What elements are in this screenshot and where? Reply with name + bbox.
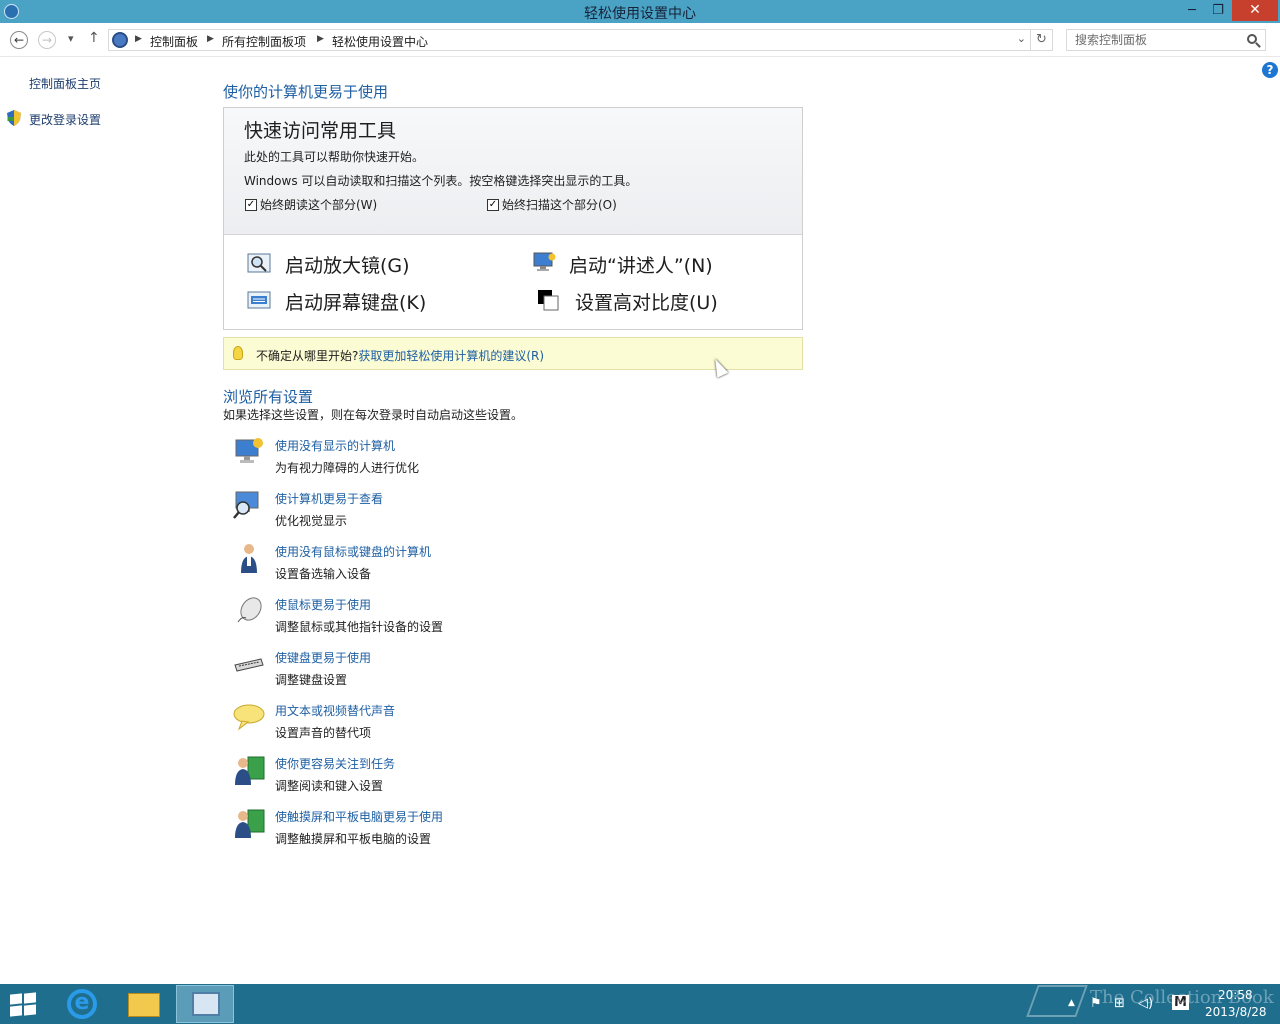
magnifier-icon[interactable] xyxy=(247,253,271,275)
breadcrumb-all-items[interactable]: 所有控制面板项 xyxy=(222,33,306,50)
sidebar-link-home[interactable]: 控制面板主页 xyxy=(29,75,101,92)
monitor-magnifier-icon xyxy=(233,491,259,519)
breadcrumb-control-panel[interactable]: 控制面板 xyxy=(150,33,198,50)
user-focus-icon xyxy=(235,756,265,785)
setting-desc-sound-alternatives: 设置声音的替代项 xyxy=(275,726,372,740)
set-high-contrast-link[interactable]: 设置高对比度(U) xyxy=(575,288,718,315)
address-bar[interactable]: ▶ 控制面板 ▶ 所有控制面板项 ▶ 轻松使用设置中心 ⌄ ↻ xyxy=(108,29,1053,51)
setting-desc-no-mouse-keyboard: 设置备选输入设备 xyxy=(275,567,372,581)
setting-link-easier-to-see[interactable]: 使计算机更易于查看 xyxy=(275,490,383,507)
setting-link-mouse-easier[interactable]: 使鼠标更易于使用 xyxy=(275,596,371,613)
navigation-bar: ← → ▾ ↑ ▶ 控制面板 ▶ 所有控制面板项 ▶ 轻松使用设置中心 ⌄ ↻ xyxy=(0,23,1280,57)
setting-desc-keyboard-easier: 调整键盘设置 xyxy=(275,673,348,687)
control-panel-icon xyxy=(112,32,128,48)
always-read-checkbox[interactable]: ✓ xyxy=(245,199,257,211)
breadcrumb-separator[interactable]: ▶ xyxy=(317,34,324,44)
setting-desc-focus-on-tasks: 调整阅读和键入设置 xyxy=(275,779,384,793)
setting-link-no-mouse-keyboard[interactable]: 使用没有鼠标或键盘的计算机 xyxy=(275,543,431,560)
monitor-speaker-icon xyxy=(235,438,263,463)
help-icon[interactable]: ? xyxy=(1262,62,1278,78)
tip-prompt: 不确定从哪里开始? xyxy=(256,349,359,363)
watermark-text: The Collection Book xyxy=(1090,987,1274,1008)
quick-access-title: 快速访问常用工具 xyxy=(244,120,397,142)
restore-button[interactable]: ❐ xyxy=(1204,0,1232,21)
start-magnifier-link[interactable]: 启动放大镜(G) xyxy=(285,251,410,278)
speech-bubble-icon xyxy=(233,704,265,731)
always-scan-label[interactable]: 始终扫描这个部分(O) xyxy=(502,196,617,213)
setting-link-touch-tablet[interactable]: 使触摸屏和平板电脑更易于使用 xyxy=(275,808,443,825)
taskbar-ie[interactable]: e xyxy=(52,985,110,1023)
internet-explorer-icon: e xyxy=(67,989,97,1019)
setting-link-focus-on-tasks[interactable]: 使你更容易关注到任务 xyxy=(275,755,395,772)
breadcrumb-separator[interactable]: ▶ xyxy=(207,34,214,44)
tip-text: 不确定从哪里开始?获取更加轻松使用计算机的建议(R) xyxy=(256,347,544,364)
search-box xyxy=(1066,29,1266,51)
window-title: 轻松使用设置中心 xyxy=(584,6,696,22)
quick-access-line2: Windows 可以自动读取和扫描这个列表。按空格键选择突出显示的工具。 xyxy=(244,174,638,188)
close-button[interactable]: ✕ xyxy=(1232,0,1278,21)
recent-locations-button[interactable]: ▾ xyxy=(68,32,74,45)
start-osk-link[interactable]: 启动屏幕键盘(K) xyxy=(285,288,426,315)
mouse-icon xyxy=(237,597,262,623)
always-read-label[interactable]: 始终朗读这个部分(W) xyxy=(260,196,377,213)
taskbar-file-explorer[interactable] xyxy=(114,985,172,1023)
high-contrast-icon[interactable] xyxy=(536,289,560,311)
back-button[interactable]: ← xyxy=(10,31,28,49)
setting-desc-touch-tablet: 调整触摸屏和平板电脑的设置 xyxy=(275,832,432,846)
on-screen-keyboard-icon[interactable] xyxy=(247,289,271,311)
narrator-icon[interactable] xyxy=(532,251,556,273)
setting-desc-easier-to-see: 优化视觉显示 xyxy=(275,514,348,528)
sidebar-link-login-settings[interactable]: 更改登录设置 xyxy=(29,111,101,128)
uac-shield-icon xyxy=(7,110,21,126)
quick-access-line1: 此处的工具可以帮助你快速开始。 xyxy=(244,150,425,164)
setting-link-sound-alternatives[interactable]: 用文本或视频替代声音 xyxy=(275,702,395,719)
get-recommendations-link[interactable]: 获取更加轻松使用计算机的建议(R) xyxy=(358,349,544,363)
control-panel-taskbar-icon xyxy=(192,992,220,1016)
taskbar-control-panel[interactable] xyxy=(176,985,234,1023)
lightbulb-icon xyxy=(233,346,243,360)
start-button[interactable] xyxy=(10,992,38,1017)
always-scan-checkbox[interactable]: ✓ xyxy=(487,199,499,211)
breadcrumb-separator[interactable]: ▶ xyxy=(135,34,142,44)
minimize-button[interactable]: ─ xyxy=(1178,0,1206,21)
folder-icon xyxy=(128,993,160,1017)
quick-access-panel: 快速访问常用工具 此处的工具可以帮助你快速开始。 Windows 可以自动读取和… xyxy=(223,107,803,330)
keyboard-icon xyxy=(234,658,264,672)
setting-desc-no-display: 为有视力障碍的人进行优化 xyxy=(275,461,420,475)
user-tablet-icon xyxy=(235,809,265,838)
title-bar: 轻松使用设置中心 ─ ❐ ✕ xyxy=(0,0,1280,23)
forward-button[interactable]: → xyxy=(38,31,56,49)
setting-link-no-display[interactable]: 使用没有显示的计算机 xyxy=(275,437,395,454)
address-dropdown-icon[interactable]: ⌄ xyxy=(1017,32,1026,45)
search-input[interactable] xyxy=(1067,30,1242,50)
person-icon xyxy=(241,544,257,573)
up-button[interactable]: ↑ xyxy=(88,30,100,46)
setting-desc-mouse-easier: 调整鼠标或其他指针设备的设置 xyxy=(275,620,444,634)
refresh-button[interactable]: ↻ xyxy=(1030,30,1052,50)
breadcrumb-ease-of-access[interactable]: 轻松使用设置中心 xyxy=(332,33,428,50)
main-heading: 使你的计算机更易于使用 xyxy=(223,83,389,101)
quick-access-header: 快速访问常用工具 此处的工具可以帮助你快速开始。 Windows 可以自动读取和… xyxy=(224,108,802,235)
start-narrator-link[interactable]: 启动“讲述人”(N) xyxy=(569,251,713,278)
setting-link-keyboard-easier[interactable]: 使键盘更易于使用 xyxy=(275,649,371,666)
browse-heading: 浏览所有设置 xyxy=(223,388,314,406)
browse-subtitle: 如果选择这些设置，则在每次登录时自动启动这些设置。 xyxy=(223,408,524,422)
taskbar: e ▲ ⚑ ⊞ ◁) M 20:58 2013/8/28 xyxy=(0,984,1280,1024)
search-icon[interactable] xyxy=(1247,34,1257,44)
